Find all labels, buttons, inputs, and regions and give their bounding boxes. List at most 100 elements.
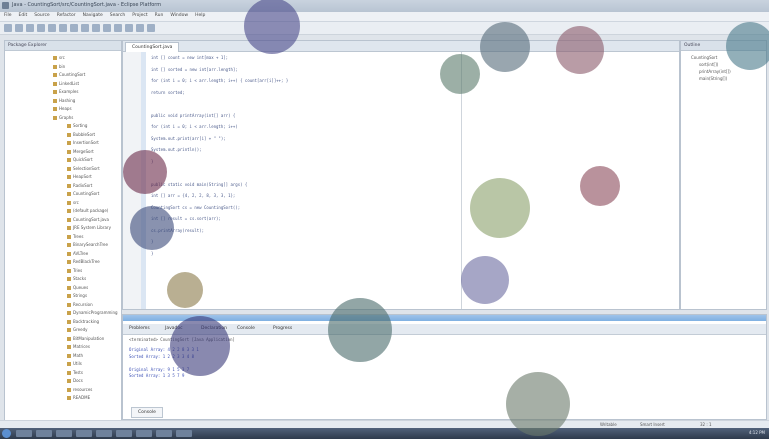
- editor-tab[interactable]: CountingSort.java: [125, 42, 180, 52]
- toolbar-button-icon[interactable]: [125, 24, 133, 32]
- tree-item[interactable]: AVLTree: [67, 251, 88, 256]
- tree-item[interactable]: README: [67, 395, 90, 400]
- outline-item[interactable]: main(String[]): [699, 76, 727, 81]
- toolbar-button-icon[interactable]: [48, 24, 56, 32]
- tree-item[interactable]: MergeSort: [67, 149, 94, 154]
- tree-item[interactable]: RedBlackTree: [67, 259, 100, 264]
- folder-icon: [53, 115, 57, 120]
- folder-icon: [67, 302, 71, 307]
- tree-item[interactable]: Hashing: [53, 98, 75, 103]
- tree-item[interactable]: src: [67, 200, 79, 205]
- taskbar-app-icon[interactable]: [136, 430, 152, 437]
- menu-item-navigate[interactable]: Navigate: [83, 13, 103, 18]
- tree-item[interactable]: resources: [67, 387, 92, 392]
- tree-item[interactable]: Strings: [67, 293, 87, 298]
- console-tab-problems[interactable]: Problems: [129, 325, 150, 333]
- code-line: int [] arr = {4, 2, 2, 8, 3, 3, 1};: [151, 193, 236, 198]
- tree-item[interactable]: Examples: [53, 89, 78, 94]
- toolbar-button-icon[interactable]: [114, 24, 122, 32]
- folder-icon: [53, 107, 57, 111]
- tree-item[interactable]: Graphs: [53, 115, 73, 120]
- taskbar-app-icon[interactable]: [176, 430, 192, 437]
- menu-item-project[interactable]: Project: [132, 13, 147, 18]
- tree-item-label: JRE System Library: [73, 225, 111, 230]
- toolbar-button-icon[interactable]: [92, 24, 100, 32]
- tree-item[interactable]: CountingSort: [67, 191, 99, 196]
- menu-item-refactor[interactable]: Refactor: [57, 13, 76, 18]
- tree-item[interactable]: Greedy: [67, 327, 87, 332]
- toolbar-button-icon[interactable]: [136, 24, 144, 32]
- console-tab-javadoc[interactable]: Javadoc: [165, 325, 183, 333]
- toolbar-button-icon[interactable]: [81, 24, 89, 32]
- folder-icon: [67, 370, 71, 375]
- tree-item[interactable]: QuickSort: [67, 157, 93, 162]
- tree-item[interactable]: Utils: [67, 361, 82, 366]
- tree-item[interactable]: (default package): [67, 208, 108, 213]
- tree-item[interactable]: Stacks: [67, 276, 86, 281]
- toolbar-button-icon[interactable]: [4, 24, 12, 32]
- start-button-icon[interactable]: [2, 429, 11, 438]
- outline-item[interactable]: printArray(int[]): [699, 69, 731, 74]
- tree-item[interactable]: Math: [67, 353, 83, 358]
- console-tab-progress[interactable]: Progress: [273, 325, 292, 333]
- toolbar-button-icon[interactable]: [26, 24, 34, 32]
- taskbar-app-icon[interactable]: [16, 430, 32, 437]
- tree-item[interactable]: HeapSort: [67, 174, 92, 179]
- tree-item[interactable]: InsertionSort: [67, 140, 99, 145]
- tree-item[interactable]: Matrices: [67, 344, 90, 349]
- code-line: CountingSort cs = new CountingSort();: [151, 204, 241, 210]
- tree-item[interactable]: Recursion: [67, 302, 93, 307]
- folder-icon: [67, 285, 71, 290]
- code-line: for (int i = 0; i < arr.length; i++): [151, 124, 238, 129]
- folder-icon: [53, 90, 57, 94]
- console-tab-declaration[interactable]: Declaration: [201, 325, 227, 333]
- tree-item[interactable]: JRE System Library: [67, 225, 111, 230]
- outline-item[interactable]: sort(int[]): [699, 62, 718, 67]
- tree-item[interactable]: CountingSort: [53, 72, 85, 77]
- tree-item[interactable]: CountingSort.java: [67, 217, 109, 222]
- toolbar-button-icon[interactable]: [147, 24, 155, 32]
- tree-item[interactable]: Tests: [67, 370, 83, 375]
- toolbar-button-icon[interactable]: [37, 24, 45, 32]
- folder-icon: [67, 132, 71, 137]
- tree-item[interactable]: Heaps: [53, 106, 72, 111]
- toolbar-button-icon[interactable]: [15, 24, 23, 32]
- toolbar-button-icon[interactable]: [103, 24, 111, 32]
- console-tab-console[interactable]: Console: [237, 325, 255, 333]
- menu-item-window[interactable]: Window: [170, 13, 188, 18]
- menu-item-help[interactable]: Help: [195, 13, 205, 18]
- tree-item[interactable]: Tries: [67, 268, 82, 273]
- taskbar-app-icon[interactable]: [116, 430, 132, 437]
- tree-item[interactable]: BinarySearchTree: [67, 242, 108, 247]
- tree-item[interactable]: SelectionSort: [67, 166, 100, 171]
- menu-item-file[interactable]: File: [4, 13, 12, 18]
- tree-item[interactable]: RadixSort: [67, 183, 92, 188]
- toolbar-button-icon[interactable]: [70, 24, 78, 32]
- tree-item[interactable]: BitManipulation: [67, 336, 104, 341]
- taskbar-app-icon[interactable]: [76, 430, 92, 437]
- tree-item[interactable]: bin: [53, 64, 65, 69]
- tree-item[interactable]: Sorting: [67, 123, 87, 128]
- tree-item[interactable]: Queues: [67, 285, 88, 290]
- taskbar-app-icon[interactable]: [96, 430, 112, 437]
- taskbar-app-icon[interactable]: [36, 430, 52, 437]
- console-bottom-tab[interactable]: Console: [131, 407, 163, 418]
- folder-icon: [53, 73, 57, 77]
- menu-item-run[interactable]: Run: [155, 13, 164, 18]
- tree-item-label: CountingSort: [59, 72, 86, 77]
- code-editor[interactable]: CountingSort.java int [] count = new int…: [122, 40, 680, 310]
- taskbar-app-icon[interactable]: [156, 430, 172, 437]
- menu-item-edit[interactable]: Edit: [19, 13, 28, 18]
- tree-item[interactable]: src: [53, 55, 65, 60]
- taskbar-app-icon[interactable]: [56, 430, 72, 437]
- outline-item[interactable]: CountingSort: [691, 55, 717, 60]
- toolbar-button-icon[interactable]: [59, 24, 67, 32]
- menu-item-search[interactable]: Search: [110, 13, 125, 18]
- menu-item-source[interactable]: Source: [34, 13, 49, 18]
- tree-item[interactable]: BubbleSort: [67, 132, 95, 137]
- tree-item[interactable]: Backtracking: [67, 319, 99, 324]
- tree-item[interactable]: LinkedList: [53, 81, 79, 86]
- tree-item[interactable]: Trees: [67, 234, 83, 239]
- tree-item[interactable]: Docs: [67, 378, 83, 383]
- tree-item[interactable]: DynamicProgramming: [67, 310, 118, 315]
